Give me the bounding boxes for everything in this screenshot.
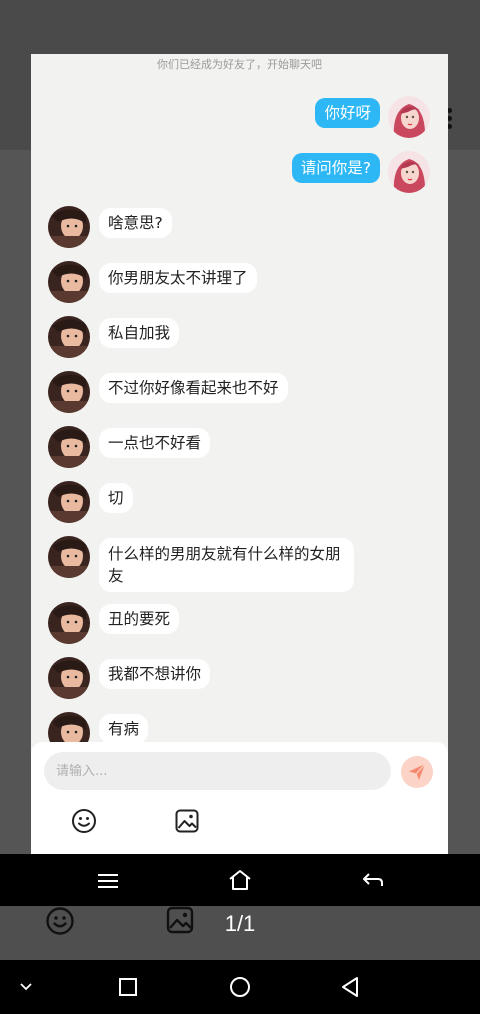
page-counter: 1/1 (224, 911, 256, 936)
menu-icon (98, 874, 118, 888)
user-avatar (388, 151, 430, 193)
user-avatar (388, 96, 430, 138)
message-row-incoming: 一点也不好看 (31, 426, 448, 470)
message-input[interactable] (44, 752, 391, 790)
menu-button[interactable] (93, 868, 123, 894)
home-button[interactable] (225, 866, 255, 894)
message-row-incoming: 切 (31, 481, 448, 525)
message-row-incoming: 不过你好像看起来也不好 (31, 371, 448, 415)
system-note: 你们已经成为好友了，开始聊天吧 (157, 58, 322, 70)
back-button[interactable] (335, 973, 365, 1001)
contact-avatar (48, 316, 90, 358)
recents-button[interactable] (113, 973, 143, 1001)
home-button[interactable] (225, 973, 255, 1001)
message-composer (31, 742, 448, 854)
contact-avatar (48, 206, 90, 248)
chat-screenshot: 你们已经成为好友了，开始聊天吧 你好呀 请问你是? 啥意思? 你男朋友太不讲理了… (31, 54, 448, 854)
back-button[interactable] (358, 867, 388, 893)
navigation-bar (0, 854, 480, 906)
message-row-incoming: 私自加我 (31, 316, 448, 360)
message-bubble-incoming: 一点也不好看 (99, 428, 211, 458)
circle-icon (230, 977, 250, 997)
message-bubble-outgoing: 你好呀 (315, 98, 380, 128)
message-row-incoming: 丑的要死 (31, 602, 448, 646)
contact-avatar (48, 657, 90, 699)
smiley-icon[interactable] (71, 808, 97, 834)
contact-avatar (48, 602, 90, 644)
message-bubble-incoming: 我都不想讲你 (99, 659, 211, 689)
message-row-incoming: 啥意思? (31, 206, 448, 250)
image-icon[interactable] (166, 906, 194, 934)
collapse-button[interactable] (14, 977, 38, 997)
back-icon (363, 873, 383, 886)
contact-avatar (48, 426, 90, 468)
image-icon[interactable] (175, 809, 199, 833)
message-row-incoming: 什么样的男朋友就有什么样的女朋友 (31, 536, 448, 592)
message-bubble-incoming: 丑的要死 (99, 604, 180, 634)
chevron-down-icon (20, 983, 32, 991)
message-row-incoming: 你男朋友太不讲理了 (31, 261, 448, 305)
contact-avatar (48, 371, 90, 413)
contact-avatar (48, 261, 90, 303)
message-bubble-outgoing: 请问你是? (291, 153, 380, 183)
message-bubble-incoming: 有病 (99, 714, 149, 744)
message-bubble-incoming: 你男朋友太不讲理了 (99, 263, 257, 293)
paper-plane-icon (409, 763, 426, 780)
contact-avatar (48, 536, 90, 578)
send-button[interactable] (401, 756, 433, 788)
system-navigation-bar (0, 960, 480, 1014)
smiley-icon[interactable] (45, 906, 75, 936)
message-bubble-incoming: 啥意思? (99, 208, 172, 238)
message-row-incoming: 我都不想讲你 (31, 657, 448, 701)
message-bubble-incoming: 什么样的男朋友就有什么样的女朋友 (99, 538, 354, 592)
message-bubble-incoming: 切 (99, 483, 133, 513)
message-row-outgoing: 请问你是? (31, 151, 448, 195)
triangle-back-icon (342, 977, 358, 997)
message-bubble-incoming: 私自加我 (99, 318, 180, 348)
home-icon (229, 870, 251, 890)
message-bubble-incoming: 不过你好像看起来也不好 (99, 373, 288, 403)
contact-avatar (48, 481, 90, 523)
message-row-outgoing: 你好呀 (31, 96, 448, 140)
square-icon (119, 978, 137, 996)
